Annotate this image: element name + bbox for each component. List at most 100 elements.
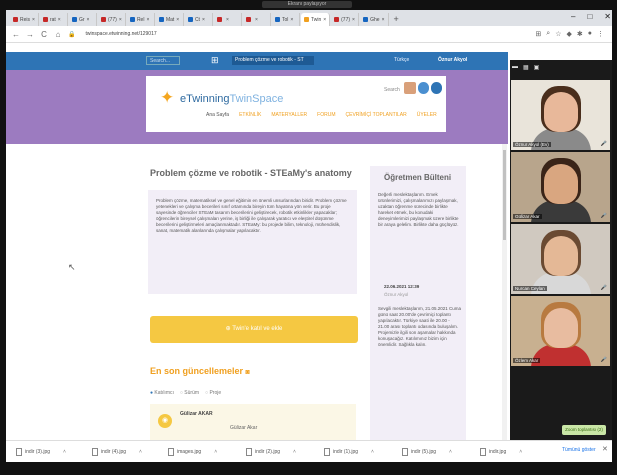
menu-item[interactable]: MATERYALLER — [271, 112, 307, 118]
url-field[interactable]: twinspace.etwinning.net/129017 — [85, 31, 156, 37]
maximize-icon[interactable]: □ — [587, 12, 592, 21]
etwinning-logo-icon[interactable]: ✦ — [160, 88, 174, 108]
browser-tab[interactable]: Mat × — [156, 13, 184, 26]
tab-close-icon[interactable]: × — [119, 17, 122, 23]
menu-item[interactable]: ÜYELER — [417, 112, 437, 118]
chevron-up-icon[interactable]: ˄ — [63, 449, 66, 455]
filter-option[interactable]: ● Katılımcı — [150, 390, 174, 396]
avatar[interactable] — [404, 82, 416, 94]
home-icon[interactable]: ⌂ — [54, 30, 62, 39]
download-item[interactable]: indir (3).jpg ˄ — [16, 446, 66, 458]
extension-icon[interactable]: ◆ — [567, 30, 572, 38]
tab-close-icon[interactable]: × — [146, 17, 149, 23]
project-select[interactable]: Problem çözme ve robotik - ST — [232, 56, 314, 65]
join-twinspace-button[interactable]: ⊕ Twin'e katıl ve ekle — [150, 316, 358, 343]
tab-close-icon[interactable]: × — [290, 17, 293, 23]
tab-favicon-icon — [363, 17, 369, 22]
tab-close-icon[interactable]: × — [323, 17, 326, 23]
bulletin-author[interactable]: Öznur Akyol — [384, 292, 408, 297]
browser-tab[interactable]: rat × — [40, 13, 68, 26]
star-icon[interactable]: ☆ — [555, 30, 561, 38]
scrollbar-thumb[interactable] — [503, 150, 506, 240]
browser-tab[interactable]: Gr × — [69, 13, 97, 26]
download-item[interactable]: indir (2).jpg ˄ — [246, 446, 296, 458]
browser-tab[interactable]: Reis × — [10, 13, 39, 26]
update-item[interactable]: ◉ Gülizar AKAR Gülizar Akar — [150, 404, 356, 440]
site-search-input[interactable]: Search... — [146, 56, 180, 65]
participant-video-tile[interactable]: Özlem Akar 🎤 — [511, 296, 610, 366]
language-select[interactable]: Türkçe — [394, 57, 409, 63]
forward-icon[interactable]: → — [26, 30, 34, 39]
browser-tab[interactable]: Ghe × — [360, 13, 389, 26]
menu-item[interactable]: ÇEVRİMİÇİ TOPLANTILAR — [346, 112, 407, 118]
chevron-up-icon[interactable]: ˄ — [293, 449, 296, 455]
search-icon[interactable]: ⌕ — [546, 30, 550, 38]
tab-label: (77) — [107, 16, 117, 23]
minimize-icon[interactable]: – — [571, 12, 575, 21]
page-scrollbar[interactable] — [502, 144, 507, 440]
tab-close-icon[interactable]: × — [255, 17, 258, 23]
screen-share-label[interactable]: Ekranı paylaşıyor — [262, 1, 352, 8]
chevron-up-icon[interactable]: ˄ — [214, 449, 217, 455]
menu-item[interactable]: FORUM — [317, 112, 335, 118]
zoom-meeting-badge[interactable]: Zoom toplantısı (2) — [562, 425, 606, 435]
tab-close-icon[interactable]: × — [87, 17, 90, 23]
chevron-up-icon[interactable]: ˄ — [371, 449, 374, 455]
user-icon: ◉ — [158, 414, 172, 428]
close-icon[interactable]: ✕ — [602, 445, 608, 453]
back-icon[interactable]: ← — [12, 30, 20, 39]
puzzle-icon[interactable]: ✱ — [577, 30, 583, 38]
site-logo[interactable]: eTwinningTwinSpace — [180, 93, 283, 105]
grid-view-icon[interactable]: ▦ — [523, 64, 529, 75]
tab-close-icon[interactable]: × — [226, 17, 229, 23]
chevron-up-icon[interactable]: ˄ — [449, 449, 452, 455]
chevron-up-icon[interactable]: ˄ — [139, 449, 142, 455]
show-all-downloads-link[interactable]: Tümünü göster — [562, 447, 596, 453]
reload-icon[interactable]: C — [40, 30, 48, 39]
speaker-view-icon[interactable]: ▣ — [534, 64, 540, 75]
new-tab-button[interactable]: + — [390, 13, 403, 26]
browser-tab[interactable]: (77) × — [98, 13, 126, 26]
browser-tab[interactable]: Tol × — [272, 13, 300, 26]
download-item[interactable]: indir (4).jpg ˄ — [92, 446, 142, 458]
messages-icon[interactable] — [431, 82, 442, 94]
tab-favicon-icon — [13, 17, 18, 22]
browser-tab[interactable]: Ct × — [185, 13, 213, 26]
download-filename: indir.jpg — [489, 449, 507, 455]
mic-off-icon: 🎤 — [600, 285, 607, 291]
header-search[interactable]: Search — [384, 87, 400, 93]
tab-close-icon[interactable]: × — [32, 17, 35, 23]
tab-close-icon[interactable]: × — [382, 17, 385, 23]
notifications-icon[interactable] — [418, 82, 429, 94]
browser-tab[interactable]: (77) × — [331, 13, 360, 26]
menu-item[interactable]: Ana Sayfa — [206, 112, 229, 118]
participant-video-tile[interactable]: Öznur Akyol (Ev) 🎤 — [511, 80, 610, 150]
translate-icon[interactable]: ⊞ — [535, 30, 541, 38]
participant-video-tile[interactable]: Gülizar Akar 🎤 — [511, 152, 610, 222]
menu-icon[interactable]: ⋮ — [597, 30, 604, 38]
minimize-icon[interactable]: ▬ — [512, 64, 518, 75]
filter-option[interactable]: ○ Proje — [205, 390, 221, 396]
filter-option[interactable]: ○ Sürüm — [180, 390, 199, 396]
tab-close-icon[interactable]: × — [176, 17, 179, 23]
menu-item[interactable]: ETKİNLİK — [239, 112, 261, 118]
tab-close-icon[interactable]: × — [202, 17, 205, 23]
browser-tab[interactable]: Twin × — [300, 13, 331, 26]
profile-icon[interactable]: ● — [588, 30, 592, 38]
download-item[interactable]: indir.jpg ˄ — [480, 446, 522, 458]
rss-icon[interactable]: ◙ — [246, 369, 250, 376]
site-top-bar: Search... ⊞ Problem çözme ve robotik - S… — [6, 52, 508, 70]
apps-grid-icon[interactable]: ⊞ — [211, 55, 219, 65]
browser-tab[interactable]: × — [243, 13, 271, 26]
browser-tab[interactable]: × — [214, 13, 242, 26]
user-menu[interactable]: Öznur Akyol — [438, 57, 467, 63]
tab-close-icon[interactable]: × — [352, 17, 355, 23]
download-item[interactable]: indir (5).jpg ˄ — [402, 446, 452, 458]
close-icon[interactable]: ✕ — [604, 12, 611, 21]
tab-close-icon[interactable]: × — [58, 17, 61, 23]
browser-tab[interactable]: Rel × — [127, 13, 155, 26]
download-item[interactable]: images.jpg ˄ — [168, 446, 217, 458]
download-item[interactable]: indir (1).jpg ˄ — [324, 446, 374, 458]
chevron-up-icon[interactable]: ˄ — [519, 449, 522, 455]
participant-video-tile[interactable]: Nurcan Ceylan 🎤 — [511, 224, 610, 294]
